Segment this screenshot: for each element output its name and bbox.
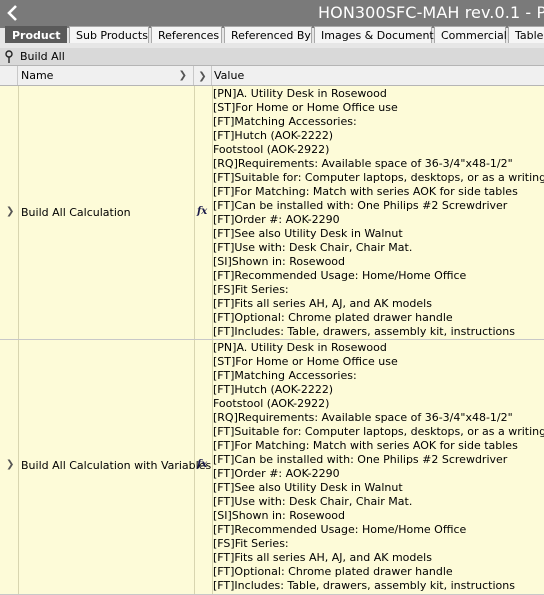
row-name-cell: Build All Calculation with Variables <box>18 340 211 594</box>
table-row[interactable]: ❯ Build All Calculation with Variables f… <box>0 340 544 595</box>
value-line: [FT]For Matching: Match with series AOK … <box>213 185 518 198</box>
value-line: [FT]Matching Accessories: <box>213 369 357 382</box>
value-line: [PN]A. Utility Desk in Rosewood <box>213 341 387 354</box>
value-line: Footstool (AOK-2922) <box>213 397 330 410</box>
pin-icon[interactable] <box>4 50 14 63</box>
value-text: [PN]A. Utility Desk in Rosewood [ST]For H… <box>213 340 544 593</box>
chevron-right-icon[interactable]: ❯ <box>198 71 206 82</box>
value-line: [ST]For Home or Home Office use <box>213 101 398 114</box>
value-line: [FT]Can be installed with: One Philips #… <box>213 453 508 466</box>
title-bar: HON300SFC-MAH rev.0.1 - Pro <box>0 0 544 28</box>
formula-icon[interactable]: fx <box>197 459 207 470</box>
tab-referenced-by[interactable]: Referenced By <box>224 26 312 43</box>
value-text: [PN]A. Utility Desk in Rosewood [ST]For H… <box>213 86 544 339</box>
tab-sub-products[interactable]: Sub Products <box>69 26 149 43</box>
value-line: [FT]Recommended Usage: Home/Home Office <box>213 523 467 536</box>
formula-cell[interactable]: fx <box>194 86 213 339</box>
header-name-label: Name <box>21 69 54 82</box>
row-name-cell: Build All Calculation <box>18 86 195 339</box>
value-line: [FT]Fits all series AH, AJ, and AK model… <box>213 551 432 564</box>
value-line: [RQ]Requirements: Available space of 36-… <box>213 411 513 424</box>
value-line: [FT]Can be installed with: One Philips #… <box>213 199 508 212</box>
build-all-button[interactable]: Build All <box>20 50 65 63</box>
header-value-column[interactable]: Value <box>213 66 544 85</box>
back-arrow-icon[interactable] <box>5 4 21 22</box>
value-line: [RQ]Requirements: Available space of 36-… <box>213 157 513 170</box>
header-fx-column[interactable]: ❯ <box>194 66 212 85</box>
value-line: [PN]A. Utility Desk in Rosewood <box>213 87 387 100</box>
value-line: [FT]Matching Accessories: <box>213 115 357 128</box>
row-expander[interactable]: ❯ <box>0 86 19 339</box>
value-line: [FT]Fits all series AH, AJ, and AK model… <box>213 297 432 310</box>
formula-cell[interactable]: fx <box>194 340 213 594</box>
row-value-cell[interactable]: [PN]A. Utility Desk in Rosewood [ST]For H… <box>213 86 544 339</box>
value-line: [FT]Use with: Desk Chair, Chair Mat. <box>213 241 413 254</box>
value-line: [FS]Fit Series: <box>213 537 289 550</box>
build-all-bar: Build All <box>0 48 544 66</box>
value-line: [FT]Hutch (AOK-2222) <box>213 383 334 396</box>
value-line: [SI]Shown in: Rosewood <box>213 509 346 522</box>
value-line: [FT]Suitable for: Computer laptops, desk… <box>213 425 544 438</box>
value-line: [FT]See also Utility Desk in Walnut <box>213 481 403 494</box>
chevron-right-icon[interactable]: ❯ <box>6 206 14 217</box>
row-name: Build All Calculation <box>21 206 131 219</box>
tab-references[interactable]: References <box>151 26 222 43</box>
tab-product[interactable]: Product <box>5 26 67 43</box>
header-expand-column <box>0 66 18 85</box>
header-name-column[interactable]: Name ❯ <box>18 66 194 85</box>
value-line: [SI]Shown in: Rosewood <box>213 255 346 268</box>
value-line: [FT]Includes: Table, drawers, assembly k… <box>213 579 515 592</box>
tab-tables[interactable]: Tables <box>508 26 544 43</box>
value-line: [FT]Hutch (AOK-2222) <box>213 129 334 142</box>
row-value-cell[interactable]: [PN]A. Utility Desk in Rosewood [ST]For H… <box>213 340 544 594</box>
chevron-right-icon[interactable]: ❯ <box>6 459 14 470</box>
grid-header: Name ❯ ❯ Value <box>0 66 544 86</box>
formula-icon[interactable]: fx <box>197 206 207 217</box>
value-line: [FT]For Matching: Match with series AOK … <box>213 439 518 452</box>
value-line: [FT]Recommended Usage: Home/Home Office <box>213 269 467 282</box>
value-line: Footstool (AOK-2922) <box>213 143 330 156</box>
tab-images-documents[interactable]: Images & Documents <box>314 26 439 43</box>
table-row[interactable]: ❯ Build All Calculation fx [PN]A. Utilit… <box>0 86 544 340</box>
value-line: [FT]Includes: Table, drawers, assembly k… <box>213 325 515 338</box>
value-line: [FT]Use with: Desk Chair, Chair Mat. <box>213 495 413 508</box>
value-line: [FT]Optional: Chrome plated drawer handl… <box>213 311 453 324</box>
header-value-label: Value <box>214 69 245 82</box>
value-line: [FT]See also Utility Desk in Walnut <box>213 227 403 240</box>
value-line: [FT]Optional: Chrome plated drawer handl… <box>213 565 453 578</box>
value-line: [FT]Order #: AOK-2290 <box>213 467 340 480</box>
row-expander[interactable]: ❯ <box>0 340 19 594</box>
row-name: Build All Calculation with Variables <box>21 459 212 472</box>
value-line: [FT]Order #: AOK-2290 <box>213 213 340 226</box>
value-line: [FT]Suitable for: Computer laptops, desk… <box>213 171 544 184</box>
value-line: [ST]For Home or Home Office use <box>213 355 398 368</box>
tab-commercial[interactable]: Commercial <box>434 26 507 43</box>
window-title: HON300SFC-MAH rev.0.1 - Pro <box>318 3 544 22</box>
value-line: [FS]Fit Series: <box>213 283 289 296</box>
chevron-right-icon[interactable]: ❯ <box>179 66 187 85</box>
